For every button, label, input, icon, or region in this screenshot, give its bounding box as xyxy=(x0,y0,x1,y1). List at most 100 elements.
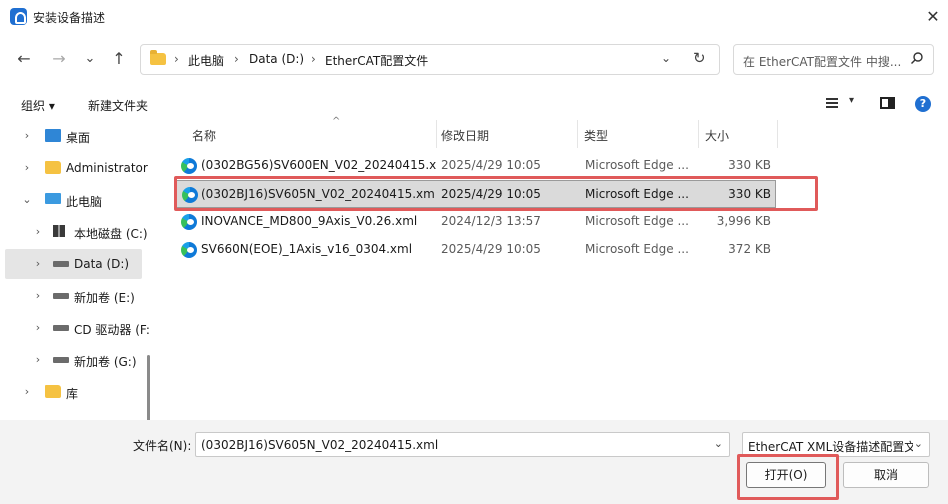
sidebar-item-drive-f[interactable]: › CD 驱动器 (F: xyxy=(5,313,150,343)
sidebar-item-drive-d[interactable]: › Data (D:) xyxy=(5,249,142,279)
sidebar-item-drive-e[interactable]: › 新加卷 (E:) xyxy=(5,281,142,311)
cd-drive-icon xyxy=(53,325,69,331)
expand-chevron-icon[interactable]: › xyxy=(32,225,44,238)
preview-pane-icon[interactable] xyxy=(880,97,895,109)
file-name: (0302BJ16)SV605N_V02_20240415.xml xyxy=(201,187,436,201)
search-box[interactable]: 在 EtherCAT配置文件 中搜... xyxy=(733,44,934,75)
back-button[interactable]: ← xyxy=(13,48,35,70)
column-header-date[interactable]: 修改日期 xyxy=(435,120,578,148)
up-button[interactable]: ↑ xyxy=(108,48,130,70)
file-type-select[interactable]: EtherCAT XML设备描述配置文 ⌄ xyxy=(742,432,930,457)
file-size: 372 KB xyxy=(728,242,771,256)
breadcrumb-this-pc[interactable]: 此电脑 xyxy=(188,52,224,69)
expand-chevron-icon[interactable]: › xyxy=(32,353,44,366)
column-header-size[interactable]: 大小 xyxy=(699,120,778,148)
close-button[interactable]: ✕ xyxy=(918,2,948,32)
file-date: 2025/4/29 10:05 xyxy=(441,187,541,201)
navigation-bar: ← → ⌄ ↑ › 此电脑 › Data (D:) › EtherCAT配置文件… xyxy=(0,38,948,82)
sidebar-item-label: 桌面 xyxy=(66,131,91,145)
sidebar-item-label: 新加卷 (G:) xyxy=(74,355,137,369)
expand-chevron-icon[interactable]: › xyxy=(32,321,44,334)
title-bar: 安装设备描述 ✕ xyxy=(0,0,948,34)
column-header-name[interactable]: 名称 ^ xyxy=(186,116,437,148)
view-dropdown-icon[interactable]: ▾ xyxy=(849,95,854,106)
file-date: 2025/4/29 10:05 xyxy=(441,242,541,256)
desktop-icon xyxy=(45,129,61,142)
file-type: Microsoft Edge ... xyxy=(585,242,689,256)
forward-button[interactable]: → xyxy=(48,48,70,70)
edge-file-icon xyxy=(181,242,197,258)
edge-file-icon xyxy=(181,214,197,230)
file-date: 2024/12/3 13:57 xyxy=(441,214,541,228)
chevron-down-icon[interactable]: ⌄ xyxy=(913,437,923,450)
search-input[interactable]: 在 EtherCAT配置文件 中搜... xyxy=(743,53,903,70)
recent-locations-button[interactable]: ⌄ xyxy=(79,48,101,70)
sidebar-item-desktop[interactable]: › 桌面 xyxy=(5,121,142,151)
column-header-label: 修改日期 xyxy=(441,129,490,143)
file-row[interactable]: (0302BG56)SV600EN_V02_20240415.x... 2025… xyxy=(176,152,776,180)
new-folder-button[interactable]: 新建文件夹 xyxy=(88,97,148,114)
filename-value[interactable]: (0302BJ16)SV605N_V02_20240415.xml xyxy=(201,438,438,452)
sidebar-item-drive-g[interactable]: › 新加卷 (G:) xyxy=(5,345,142,375)
file-row[interactable]: INOVANCE_MD800_9Axis_V0.26.xml 2024/12/3… xyxy=(176,208,776,236)
edge-file-icon xyxy=(181,158,197,174)
drive-icon xyxy=(53,357,69,363)
app-icon xyxy=(10,8,27,25)
expand-chevron-icon[interactable]: › xyxy=(21,385,33,398)
help-icon[interactable]: ? xyxy=(915,96,931,112)
dialog-footer: 文件名(N): (0302BJ16)SV605N_V02_20240415.xm… xyxy=(0,420,948,504)
expand-chevron-icon[interactable]: › xyxy=(21,161,33,174)
open-button[interactable]: 打开(O) xyxy=(746,462,826,488)
file-size: 330 KB xyxy=(728,187,771,201)
sort-ascending-icon: ^ xyxy=(332,116,341,127)
column-header-type[interactable]: 类型 xyxy=(578,120,699,148)
sidebar-item-label: CD 驱动器 (F: xyxy=(74,323,150,337)
file-name: INOVANCE_MD800_9Axis_V0.26.xml xyxy=(201,214,418,228)
expand-chevron-icon[interactable]: › xyxy=(32,257,44,270)
sidebar-item-this-pc[interactable]: ⌄ 此电脑 xyxy=(5,185,142,215)
sidebar-item-label: Data (D:) xyxy=(74,257,130,271)
address-history-dropdown[interactable]: ⌄ xyxy=(661,51,671,65)
file-row-selected[interactable]: (0302BJ16)SV605N_V02_20240415.xml 2025/4… xyxy=(176,180,776,208)
command-toolbar: 组织 ▾ 新建文件夹 ▾ ? xyxy=(0,88,948,120)
drive-icon xyxy=(53,293,69,299)
organize-button[interactable]: 组织 ▾ xyxy=(21,97,55,114)
file-type: Microsoft Edge ... xyxy=(585,158,689,172)
breadcrumb-separator: › xyxy=(174,52,179,66)
chevron-down-icon[interactable]: ⌄ xyxy=(714,437,723,450)
sidebar-item-drive-c[interactable]: › 本地磁盘 (C:) xyxy=(5,217,148,247)
file-size: 330 KB xyxy=(728,158,771,172)
refresh-icon[interactable]: ↻ xyxy=(693,49,706,67)
collapse-chevron-icon[interactable]: ⌄ xyxy=(21,193,33,206)
file-row[interactable]: SV660N(EOE)_1Axis_v16_0304.xml 2025/4/29… xyxy=(176,236,776,264)
breadcrumb-data-drive[interactable]: Data (D:) xyxy=(249,52,304,66)
folder-icon xyxy=(45,161,61,174)
address-bar[interactable]: › 此电脑 › Data (D:) › EtherCAT配置文件 ⌄ ↻ xyxy=(140,44,720,75)
expand-chevron-icon[interactable]: › xyxy=(21,129,33,142)
column-header-label: 大小 xyxy=(705,129,730,143)
sidebar-item-label: 本地磁盘 (C:) xyxy=(74,227,148,241)
edge-file-icon xyxy=(182,187,198,203)
computer-icon xyxy=(45,193,61,204)
search-icon[interactable] xyxy=(911,52,923,64)
sidebar-item-administrator[interactable]: › Administrator xyxy=(5,153,148,183)
sidebar-item-label: 库 xyxy=(66,387,79,401)
column-header-label: 名称 xyxy=(192,129,217,143)
breadcrumb-ethercat-folder[interactable]: EtherCAT配置文件 xyxy=(325,52,428,69)
file-type: Microsoft Edge ... xyxy=(585,214,689,228)
filename-input[interactable]: (0302BJ16)SV605N_V02_20240415.xml ⌄ xyxy=(195,432,730,457)
file-type-value: EtherCAT XML设备描述配置文 xyxy=(748,440,913,454)
file-list: 名称 ^ 修改日期 类型 大小 (0302BG56)SV600EN_V02_20… xyxy=(162,116,948,420)
file-size: 3,996 KB xyxy=(716,214,771,228)
view-options-icon[interactable] xyxy=(826,98,838,108)
window-title: 安装设备描述 xyxy=(33,11,106,25)
file-name: (0302BG56)SV600EN_V02_20240415.x... xyxy=(201,158,436,172)
breadcrumb-separator: › xyxy=(234,52,239,66)
file-type: Microsoft Edge ... xyxy=(585,187,689,201)
cancel-button[interactable]: 取消 xyxy=(843,462,929,488)
expand-chevron-icon[interactable]: › xyxy=(32,289,44,302)
sidebar-scrollbar[interactable] xyxy=(147,355,150,420)
sidebar-item-label: 此电脑 xyxy=(66,195,103,209)
folder-icon xyxy=(150,50,166,65)
sidebar-item-libraries[interactable]: › 库 xyxy=(5,377,142,407)
